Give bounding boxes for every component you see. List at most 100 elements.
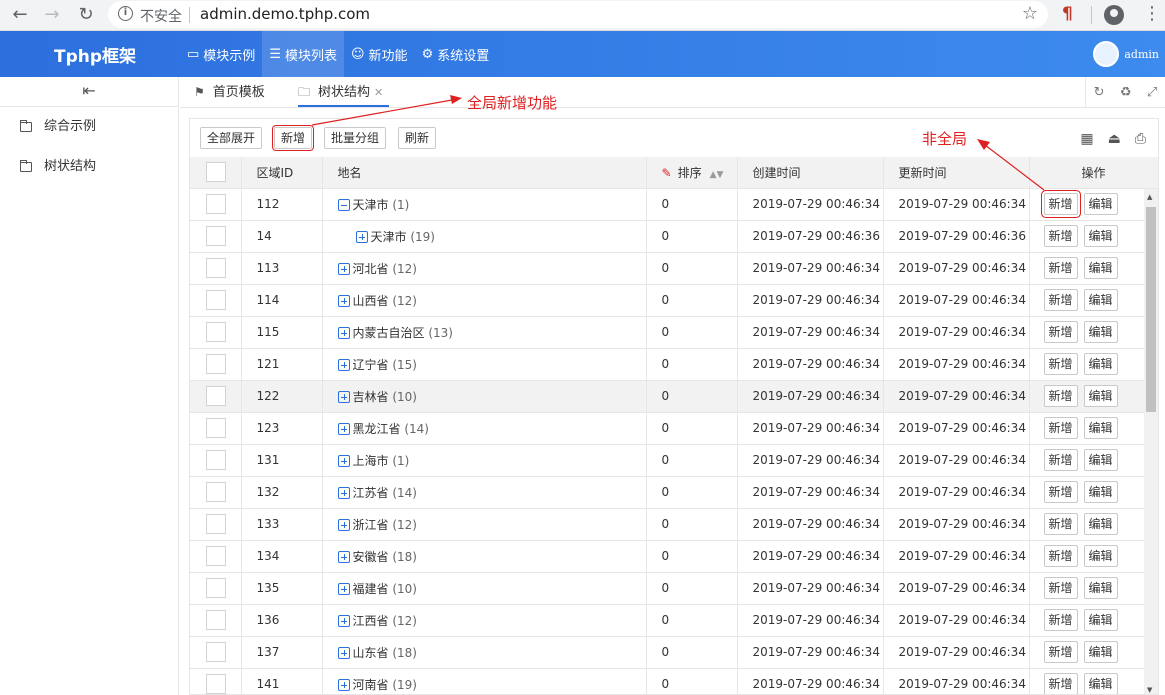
table-row[interactable]: 122 吉林省 (10) 0 2019-07-29 00:46:34 2019-07-2… [190, 380, 1158, 413]
address-bar[interactable]: i 不安全 admin.demo.tphp.com ☆ [108, 1, 1048, 28]
row-checkbox[interactable] [206, 290, 226, 310]
expand-icon[interactable] [337, 678, 350, 691]
cell-sort[interactable]: 0 [646, 284, 738, 317]
tab-home-template[interactable]: ⚑ 首页模板 [194, 77, 265, 107]
columns-icon[interactable]: ▦ [1080, 131, 1093, 147]
table-row[interactable]: 137 山东省 (18) 0 2019-07-29 00:46:34 2019-07-2… [190, 636, 1158, 669]
row-edit-button[interactable]: 编辑 [1083, 289, 1118, 311]
expand-icon[interactable] [337, 390, 350, 403]
cell-sort[interactable]: 0 [646, 636, 738, 669]
browser-menu-icon[interactable]: ⋮ [1143, 4, 1161, 24]
table-row[interactable]: 132 江苏省 (14) 0 2019-07-29 00:46:34 2019-07-2… [190, 476, 1158, 509]
row-checkbox[interactable] [206, 322, 226, 342]
table-row[interactable]: 141 河南省 (19) 0 2019-07-29 00:46:34 2019-07-2… [190, 668, 1158, 694]
row-checkbox[interactable] [206, 354, 226, 374]
expand-icon[interactable] [337, 454, 350, 467]
global-add-button[interactable]: 新增 [274, 127, 313, 149]
row-checkbox[interactable] [206, 418, 226, 438]
row-edit-button[interactable]: 编辑 [1083, 577, 1118, 599]
reload-icon[interactable]: ↻ [74, 4, 98, 28]
table-row[interactable]: 14 天津市 (19) 0 2019-07-29 00:46:36 2019-07-29… [190, 220, 1158, 253]
row-edit-button[interactable]: 编辑 [1083, 641, 1118, 663]
cell-sort[interactable]: 0 [646, 476, 738, 509]
row-checkbox[interactable] [206, 674, 226, 694]
row-add-button[interactable]: 新增 [1043, 641, 1078, 663]
cell-sort[interactable]: 0 [646, 412, 738, 445]
expand-icon[interactable] [337, 486, 350, 499]
table-row[interactable]: 123 黑龙江省 (14) 0 2019-07-29 00:46:34 2019-07-… [190, 412, 1158, 445]
table-row[interactable]: 131 上海市 (1) 0 2019-07-29 00:46:34 2019-07-29… [190, 444, 1158, 477]
brand-title[interactable]: Tphp框架 [54, 42, 136, 67]
row-edit-button[interactable]: 编辑 [1083, 257, 1118, 279]
row-edit-button[interactable]: 编辑 [1083, 545, 1118, 567]
table-row[interactable]: 115 内蒙古自治区 (13) 0 2019-07-29 00:46:34 2019-0… [190, 316, 1158, 349]
refresh-icon[interactable]: ↻ [1094, 85, 1105, 100]
table-row[interactable]: 114 山西省 (12) 0 2019-07-29 00:46:34 2019-07-2… [190, 284, 1158, 317]
cell-sort[interactable]: 0 [646, 444, 738, 477]
expand-icon[interactable] [337, 646, 350, 659]
table-row[interactable]: 121 辽宁省 (15) 0 2019-07-29 00:46:34 2019-07-2… [190, 348, 1158, 381]
table-row[interactable]: 134 安徽省 (18) 0 2019-07-29 00:46:34 2019-07-2… [190, 540, 1158, 573]
expand-icon[interactable] [337, 614, 350, 627]
row-add-button[interactable]: 新增 [1043, 321, 1078, 343]
extension-icon[interactable]: ¶ [1062, 4, 1080, 24]
sort-arrows-icon[interactable]: ▲▼ [710, 170, 724, 180]
row-add-button[interactable]: 新增 [1043, 449, 1078, 471]
row-checkbox[interactable] [206, 578, 226, 598]
bookmark-star-icon[interactable]: ☆ [1022, 3, 1038, 24]
select-all-checkbox[interactable] [206, 162, 226, 183]
user-menu[interactable]: admin [1093, 41, 1159, 67]
row-add-button[interactable]: 新增 [1043, 193, 1078, 215]
table-row[interactable]: 113 河北省 (12) 0 2019-07-29 00:46:34 2019-07-2… [190, 252, 1158, 285]
row-edit-button[interactable]: 编辑 [1083, 481, 1118, 503]
row-edit-button[interactable]: 编辑 [1083, 353, 1118, 375]
expand-all-button[interactable]: 全部展开 [200, 127, 263, 149]
row-add-button[interactable]: 新增 [1043, 353, 1078, 375]
cell-sort[interactable]: 0 [646, 572, 738, 605]
row-edit-button[interactable]: 编辑 [1083, 225, 1118, 247]
cell-sort[interactable]: 0 [646, 540, 738, 573]
column-header-sort[interactable]: ✎ 排序 ▲▼ [646, 157, 738, 189]
cell-sort[interactable]: 0 [646, 380, 738, 413]
nav-item-module-examples[interactable]: ▭ 模块示例 [180, 31, 262, 77]
table-row[interactable]: 136 江西省 (12) 0 2019-07-29 00:46:34 2019-07-2… [190, 604, 1158, 637]
table-row[interactable]: 112 天津市 (1) 0 2019-07-29 00:46:34 2019-07-29… [190, 188, 1158, 221]
expand-icon[interactable] [337, 550, 350, 563]
tab-tree-structure[interactable]: 🗀 树状结构 ✕ [298, 77, 390, 107]
cell-sort[interactable]: 0 [646, 668, 738, 694]
scroll-down-icon[interactable]: ▼ [1147, 686, 1152, 694]
row-checkbox[interactable] [206, 226, 226, 246]
scroll-up-icon[interactable]: ▲ [1147, 193, 1152, 201]
sidebar-item-comprehensive-examples[interactable]: 综合示例 [0, 107, 178, 147]
row-checkbox[interactable] [206, 546, 226, 566]
nav-item-new-features[interactable]: ☺ 新功能 [344, 31, 415, 77]
fullscreen-icon[interactable]: ⤢ [1147, 85, 1157, 100]
row-add-button[interactable]: 新增 [1043, 545, 1078, 567]
nav-item-system-settings[interactable]: ⚙ 系统设置 [415, 31, 497, 77]
expand-icon[interactable] [337, 358, 350, 371]
row-checkbox[interactable] [206, 386, 226, 406]
refresh-button[interactable]: 刷新 [398, 127, 437, 149]
row-add-button[interactable]: 新增 [1043, 257, 1078, 279]
row-add-button[interactable]: 新增 [1043, 673, 1078, 694]
batch-group-button[interactable]: 批量分组 [324, 127, 387, 149]
export-icon[interactable]: ⏏ [1108, 131, 1121, 147]
expand-icon[interactable] [337, 582, 350, 595]
url-text[interactable]: admin.demo.tphp.com [200, 5, 370, 23]
row-edit-button[interactable]: 编辑 [1083, 609, 1118, 631]
cell-sort[interactable]: 0 [646, 348, 738, 381]
row-edit-button[interactable]: 编辑 [1083, 385, 1118, 407]
row-checkbox[interactable] [206, 450, 226, 470]
recycle-icon[interactable]: ♻ [1120, 85, 1132, 100]
cell-sort[interactable]: 0 [646, 220, 738, 253]
forward-icon[interactable]: → [40, 4, 64, 28]
back-icon[interactable]: ← [8, 4, 32, 28]
print-icon[interactable]: ⎙ [1135, 131, 1146, 147]
nav-item-module-list[interactable]: ☰ 模块列表 [262, 31, 344, 77]
row-add-button[interactable]: 新增 [1043, 577, 1078, 599]
row-edit-button[interactable]: 编辑 [1083, 193, 1118, 215]
row-checkbox[interactable] [206, 642, 226, 662]
info-icon[interactable]: i [118, 6, 133, 21]
vertical-scrollbar[interactable]: ▲ ▼ [1144, 189, 1158, 694]
row-checkbox[interactable] [206, 194, 226, 214]
